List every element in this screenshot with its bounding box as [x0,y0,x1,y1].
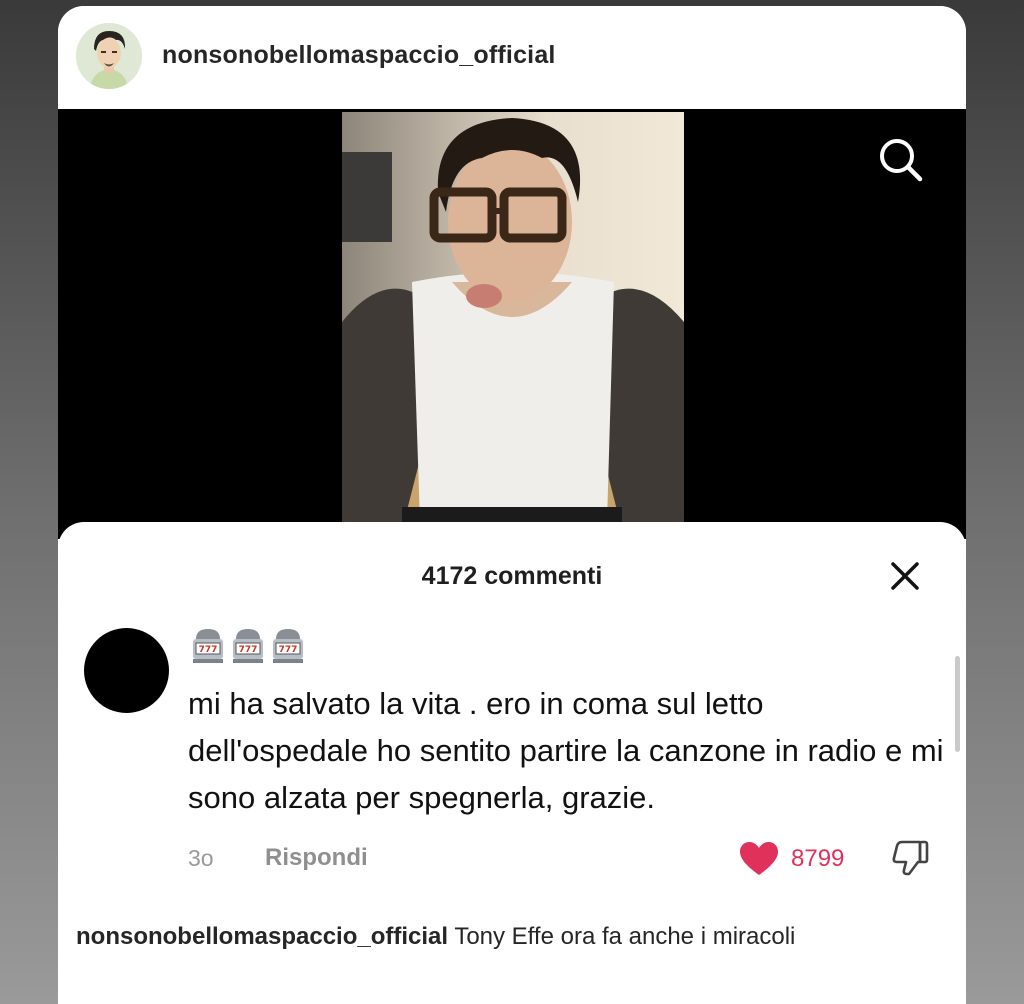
slot-machine-icon: 777 [273,629,303,663]
post-username[interactable]: nonsonobellomaspaccio_official [162,41,556,70]
commenter-avatar[interactable] [84,628,169,713]
comments-count: 4172 commenti [421,562,603,590]
comment-timestamp: 3o [188,845,214,871]
svg-text:777: 777 [279,645,298,655]
comment-emojis: 777 777 777 [190,625,306,665]
comments-scrollbar[interactable] [955,656,960,752]
close-button[interactable] [884,555,926,597]
photo-image [342,112,684,530]
svg-text:777: 777 [239,645,258,655]
instagram-post-card: nonsonobellomaspaccio_official 4172 comm… [58,6,966,1004]
comments-sheet: 4172 commenti 777 777 777 mi ha salvato … [58,522,966,1004]
caption-username[interactable]: nonsonobellomaspaccio_official [76,923,448,950]
post-caption: nonsonobellomaspaccio_official Tony Effe… [76,920,856,953]
reply-button[interactable]: Rispondi [265,844,368,872]
comment-text: mi ha salvato la vita . ero in coma sul … [188,686,944,815]
post-header: nonsonobellomaspaccio_official [58,6,966,109]
heart-icon [740,842,778,875]
like-count: 8799 [791,845,845,872]
caption-text: Tony Effe ora fa anche i miracoli [454,923,796,950]
svg-text:777: 777 [199,645,218,655]
search-button[interactable] [873,132,927,186]
dislike-button[interactable] [890,836,932,878]
profile-avatar[interactable] [76,23,142,89]
post-photo [342,112,684,530]
thumbs-down-icon [892,840,929,876]
search-icon [880,139,923,182]
like-button[interactable]: 8799 [739,840,844,878]
slot-machine-icon: 777 [193,629,223,663]
post-media[interactable] [58,109,966,539]
avatar-illustration [76,23,142,89]
close-icon [891,562,919,590]
slot-machine-icon: 777 [233,629,263,663]
